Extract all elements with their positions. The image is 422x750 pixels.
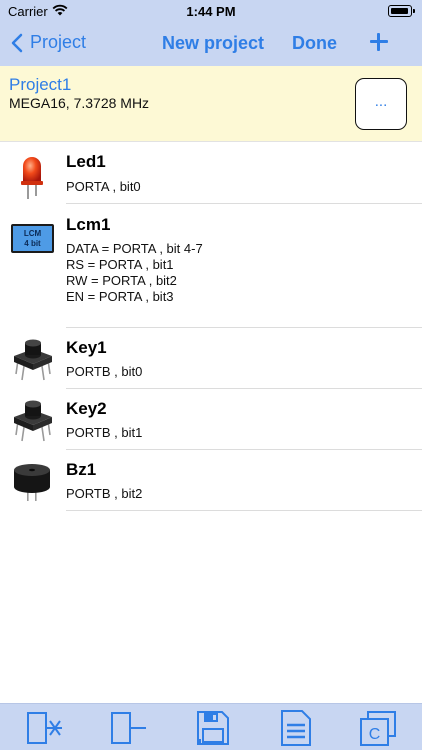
- delete-device-icon: [27, 712, 62, 744]
- device-pin-line: PORTA , bit0: [66, 179, 141, 194]
- compile-icon: C: [360, 711, 396, 746]
- document-button[interactable]: [276, 709, 316, 747]
- device-name: Key2: [66, 399, 107, 418]
- lcm-icon-label: LCM: [23, 229, 42, 238]
- device-detail: PORTB , bit2: [66, 486, 142, 502]
- add-icon[interactable]: [368, 31, 390, 53]
- device-pin-line: PORTB , bit1: [66, 425, 143, 440]
- device-name: Led1: [66, 152, 106, 171]
- page-title: New project: [162, 33, 265, 53]
- list-item[interactable]: Bz1 PORTB , bit2: [0, 450, 422, 511]
- save-icon: [197, 711, 229, 745]
- device-pin-line: PORTB , bit0: [66, 364, 143, 379]
- project-name: Project1: [9, 75, 72, 94]
- compile-button[interactable]: C: [358, 709, 398, 747]
- top-bar: Carrier 1:44 PM Project New project Done: [0, 0, 422, 66]
- done-button[interactable]: Done: [292, 33, 337, 54]
- device-list: Led1 PORTA , bit0 LCM 4 bit Lcm1 DATA = …: [0, 142, 422, 511]
- lcm-icon-sublabel: 4 bit: [24, 239, 41, 248]
- navigation-bar: Project New project Done: [0, 22, 422, 66]
- device-pin-line: DATA = PORTA , bit 4-7: [66, 241, 203, 256]
- back-button[interactable]: Project: [10, 32, 86, 53]
- device-detail: PORTA , bit0: [66, 179, 141, 195]
- bottom-toolbar: C: [0, 703, 422, 750]
- device-pin-line: PORTB , bit2: [66, 486, 143, 501]
- list-item[interactable]: Led1 PORTA , bit0: [0, 142, 422, 204]
- led-icon: [21, 157, 43, 199]
- save-button[interactable]: [192, 709, 232, 747]
- chevron-left-icon: [11, 33, 23, 52]
- more-button[interactable]: ...: [355, 78, 407, 130]
- buzzer-icon: [14, 464, 50, 501]
- device-detail: PORTB , bit0: [66, 364, 142, 380]
- device-name: Lcm1: [66, 215, 111, 234]
- battery-icon: [388, 5, 415, 17]
- list-item[interactable]: Key2 PORTB , bit1: [0, 389, 422, 450]
- key-button-icon: [14, 400, 52, 442]
- add-device-icon: [111, 712, 146, 744]
- device-name: Bz1: [66, 460, 97, 479]
- device-pin-line: RS = PORTA , bit1: [66, 257, 174, 272]
- delete-device-button[interactable]: [24, 709, 64, 747]
- add-device-button[interactable]: [108, 709, 148, 747]
- device-pin-line: EN = PORTA , bit3: [66, 289, 174, 304]
- device-detail: PORTB , bit1: [66, 425, 142, 441]
- lcm-icon: LCM 4 bit: [11, 224, 54, 253]
- device-pin-line: RW = PORTA , bit2: [66, 273, 177, 288]
- project-header[interactable]: Project1 MEGA16, 7.3728 MHz ...: [0, 66, 422, 142]
- project-mcu: MEGA16, 7.3728 MHz: [9, 95, 150, 111]
- key-button-icon: [14, 339, 52, 381]
- compile-icon-label: C: [369, 726, 381, 743]
- back-label: Project: [30, 32, 87, 52]
- status-bar: Carrier 1:44 PM: [0, 0, 422, 22]
- clock: 1:44 PM: [186, 4, 236, 19]
- row-divider: [66, 510, 422, 511]
- device-detail: DATA = PORTA , bit 4-7 RS = PORTA , bit1…: [66, 241, 203, 305]
- document-icon: [281, 710, 311, 746]
- list-item[interactable]: LCM 4 bit Lcm1 DATA = PORTA , bit 4-7 RS…: [0, 204, 422, 328]
- list-item[interactable]: Key1 PORTB , bit0: [0, 328, 422, 389]
- device-name: Key1: [66, 338, 107, 357]
